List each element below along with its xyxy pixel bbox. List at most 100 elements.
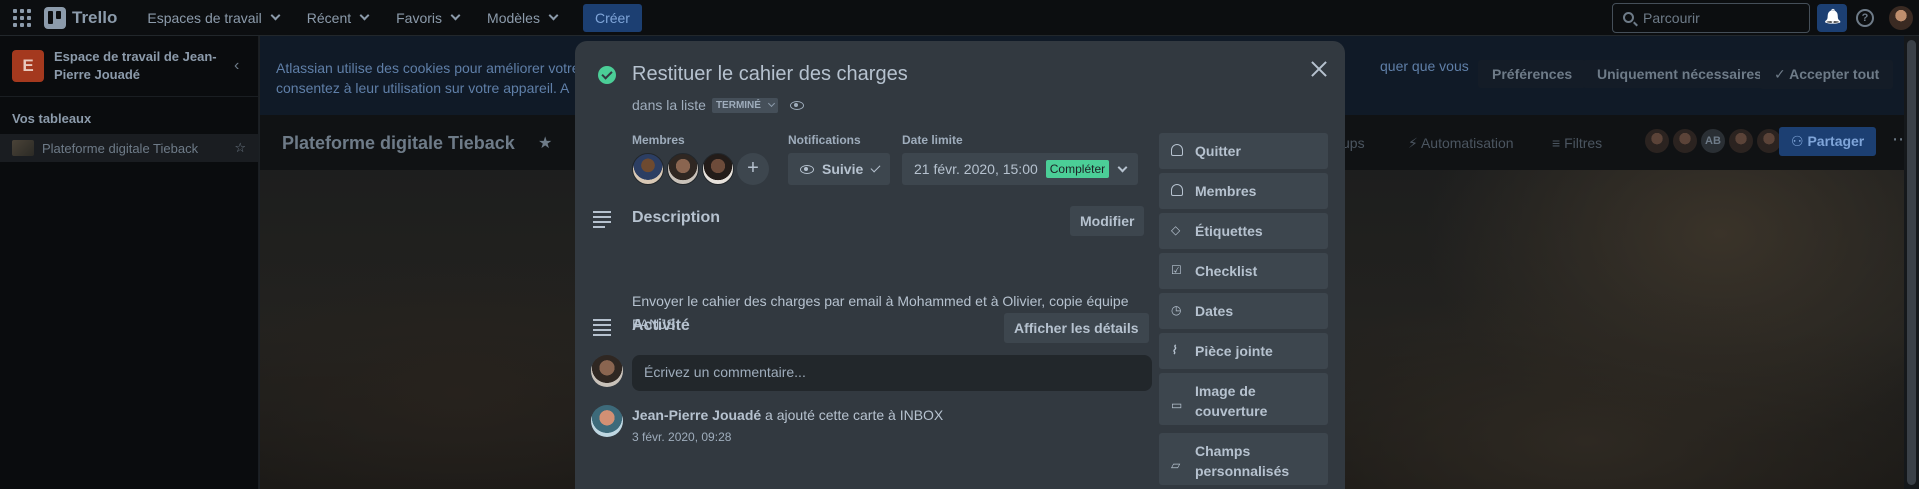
cover-button-label: Image de couverture: [1195, 383, 1268, 419]
card-title[interactable]: Restituer le cahier des charges: [632, 63, 908, 86]
avatar[interactable]: [702, 153, 734, 185]
share-button[interactable]: ⚇ Partager: [1779, 127, 1877, 156]
board-thumbnail: [12, 140, 34, 156]
nav-recent-label: Récent: [306, 9, 352, 26]
search-placeholder: Parcourir: [1643, 10, 1700, 26]
workspace-name[interactable]: Espace de travail de Jean-Pierre Jouadé: [54, 48, 224, 84]
star-icon[interactable]: ☆: [234, 140, 246, 156]
nav-workspaces[interactable]: Espaces de travail: [137, 4, 288, 32]
labels-button[interactable]: ◇ Étiquettes: [1159, 213, 1328, 249]
avatar[interactable]: [1728, 128, 1754, 154]
dates-button-label: Dates: [1195, 303, 1234, 319]
cookie-banner-text-right: quer que vous: [1380, 58, 1469, 74]
person-icon: [1171, 184, 1183, 196]
due-date-label: Date limite: [902, 133, 963, 147]
notifications-bell-icon[interactable]: [1817, 4, 1847, 32]
comment-input[interactable]: Écrivez un commentaire...: [632, 355, 1152, 391]
watch-button[interactable]: Suivie: [788, 153, 891, 185]
activity-title: Activité: [632, 317, 690, 334]
avatar: [591, 355, 623, 387]
nav-starred-label: Favoris: [396, 9, 443, 26]
board-menu-item-filters[interactable]: ≡ Filtres: [1552, 135, 1602, 151]
help-icon[interactable]: ?: [1856, 9, 1874, 27]
trello-logo-text: Trello: [72, 7, 118, 27]
app-switcher-icon[interactable]: [10, 6, 34, 30]
dates-button[interactable]: ◷ Dates: [1159, 293, 1328, 329]
show-details-button[interactable]: Afficher les détails: [1004, 313, 1149, 343]
avatar[interactable]: [591, 405, 623, 437]
close-icon[interactable]: [1309, 59, 1329, 79]
notifications-label: Notifications: [788, 133, 861, 147]
cookie-necessary-only-button[interactable]: Uniquement nécessaires: [1583, 60, 1776, 88]
filters-label: Filtres: [1564, 135, 1603, 151]
edit-description-button[interactable]: Modifier: [1070, 206, 1145, 236]
trello-logo-icon: [44, 6, 66, 29]
workspace-sidebar: E Espace de travail de Jean-Pierre Jouad…: [0, 36, 259, 489]
description-icon: [593, 211, 611, 231]
checklist-button[interactable]: ☑ Checklist: [1159, 253, 1328, 289]
avatar[interactable]: [1644, 128, 1670, 154]
leave-card-button[interactable]: Quitter: [1159, 133, 1328, 169]
sidebar-board-item[interactable]: Plateforme digitale Tieback ☆: [0, 134, 258, 162]
activity-entry: Jean-Pierre Jouadé a ajouté cette carte …: [632, 407, 943, 423]
due-status-badge: Compléter: [1045, 160, 1110, 178]
activity-action: a ajouté cette carte à INBOX: [761, 407, 944, 423]
trello-logo[interactable]: Trello: [44, 6, 118, 29]
nav-templates[interactable]: Modèles: [477, 4, 567, 32]
leave-card-label: Quitter: [1195, 143, 1241, 159]
nav-starred[interactable]: Favoris: [386, 4, 469, 32]
scrollbar-thumb[interactable]: [1907, 40, 1916, 485]
account-avatar[interactable]: [1889, 6, 1913, 30]
add-member-button[interactable]: +: [737, 153, 769, 185]
avatar-initials[interactable]: AB: [1700, 128, 1726, 154]
person-icon: [1171, 144, 1183, 156]
avatar[interactable]: [632, 153, 664, 185]
chevron-down-icon: [270, 10, 281, 21]
cover-image-icon: ▭: [1171, 398, 1183, 412]
custom-fields-button-label: Champs personnalisés: [1195, 443, 1290, 479]
card-list-info: dans la liste TERMINÉ: [632, 97, 804, 113]
tag-icon: ◇: [1171, 223, 1181, 237]
create-button[interactable]: Créer: [582, 3, 642, 32]
attachment-button[interactable]: ⌇ Pièce jointe: [1159, 333, 1328, 369]
card-detail-modal: Restituer le cahier des charges dans la …: [575, 41, 1345, 489]
search-input[interactable]: Parcourir: [1612, 3, 1810, 33]
checklist-button-label: Checklist: [1195, 263, 1258, 279]
due-date-value: 21 févr. 2020, 15:00: [914, 161, 1038, 177]
activity-author[interactable]: Jean-Pierre Jouadé: [632, 407, 761, 423]
cookie-banner-text: Atlassian utilise des cookies pour améli…: [276, 60, 580, 96]
chevron-left-icon[interactable]: ‹: [234, 57, 239, 75]
checkbox-icon: ☑: [1171, 263, 1182, 277]
paperclip-icon: ⌇: [1171, 343, 1177, 357]
avatar[interactable]: [1672, 128, 1698, 154]
attachment-button-label: Pièce jointe: [1195, 343, 1273, 359]
activity-timestamp[interactable]: 3 févr. 2020, 09:28: [632, 430, 731, 444]
activity-icon: [593, 319, 611, 339]
avatar[interactable]: [667, 153, 699, 185]
list-name-dropdown[interactable]: TERMINÉ: [711, 97, 778, 113]
nav-recent[interactable]: Récent: [297, 4, 378, 32]
star-icon[interactable]: ★: [538, 133, 552, 153]
board-menu-item-automation[interactable]: ⚡ Automatisation: [1408, 135, 1514, 152]
share-label: Partager: [1807, 133, 1865, 149]
cover-button[interactable]: ▭ Image de couverture: [1159, 373, 1328, 425]
automation-label: Automatisation: [1420, 135, 1514, 151]
board-menu-item-powerups[interactable]: ups: [1342, 135, 1365, 151]
checkmark-icon: [870, 162, 881, 173]
clock-icon: ◷: [1171, 303, 1182, 317]
board-title[interactable]: Plateforme digitale Tieback: [282, 133, 515, 154]
chevron-down-icon: [1117, 162, 1128, 172]
nav-workspaces-label: Espaces de travail: [147, 9, 262, 26]
cookie-preferences-button[interactable]: Préférences: [1478, 60, 1587, 88]
workspace-badge: E: [12, 50, 44, 82]
members-button[interactable]: Membres: [1159, 173, 1328, 209]
folder-icon: ▱: [1171, 458, 1181, 472]
board-members: AB: [1644, 128, 1784, 154]
cookie-accept-all-button[interactable]: ✓ Accepter tout: [1760, 60, 1894, 89]
members-button-label: Membres: [1195, 183, 1257, 199]
chevron-down-icon: [359, 10, 370, 21]
card-complete-icon: [598, 66, 616, 84]
search-icon: [1623, 12, 1634, 23]
due-date-button[interactable]: 21 févr. 2020, 15:00 Compléter: [902, 153, 1139, 185]
custom-fields-button[interactable]: ▱ Champs personnalisés: [1159, 433, 1328, 485]
